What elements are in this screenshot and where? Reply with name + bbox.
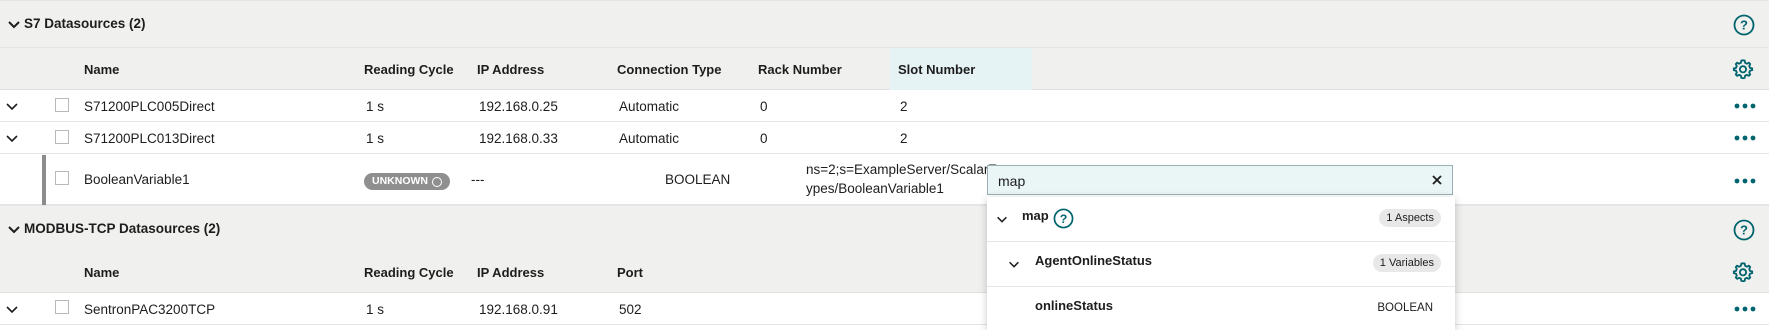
variable-address-line1: ns=2;s=ExampleServer/ScalarT bbox=[806, 162, 997, 177]
help-icon[interactable]: ? bbox=[1733, 14, 1755, 36]
chevron-down-icon[interactable] bbox=[6, 16, 22, 32]
cell-name: SentronPAC3200TCP bbox=[84, 302, 216, 317]
cell-reading-cycle: 1 s bbox=[366, 302, 385, 317]
s7-section-header[interactable]: S7 Datasources (2) ? bbox=[0, 0, 1769, 48]
table-row[interactable]: SentronPAC3200TCP 1 s 192.168.0.91 502 bbox=[0, 293, 1769, 325]
close-icon[interactable] bbox=[1430, 173, 1444, 187]
cell-rack-number: 0 bbox=[760, 99, 768, 114]
column-header-rack-number[interactable]: Rack Number bbox=[758, 62, 842, 77]
help-icon[interactable]: ? bbox=[1053, 208, 1074, 229]
cell-reading-cycle: 1 s bbox=[366, 131, 385, 146]
column-header-ip-address[interactable]: IP Address bbox=[477, 265, 544, 280]
modbus-section-title: MODBUS-TCP Datasources (2) bbox=[24, 221, 221, 236]
chevron-down-icon[interactable] bbox=[6, 221, 22, 237]
cell-connection-type: Automatic bbox=[619, 99, 680, 114]
column-header-reading-cycle[interactable]: Reading Cycle bbox=[364, 62, 454, 77]
result-variable-type: BOOLEAN bbox=[1377, 302, 1433, 314]
variable-name: BooleanVariable1 bbox=[84, 172, 190, 187]
column-header-name[interactable]: Name bbox=[84, 265, 119, 280]
result-variable-row[interactable]: onlineStatus BOOLEAN bbox=[987, 287, 1455, 330]
row-checkbox[interactable] bbox=[55, 130, 69, 144]
cell-rack-number: 0 bbox=[760, 131, 768, 146]
modbus-section-header[interactable]: MODBUS-TCP Datasources (2) ? bbox=[0, 205, 1769, 253]
cell-name: S71200PLC005Direct bbox=[84, 99, 215, 114]
svg-text:?: ? bbox=[1740, 18, 1748, 33]
result-aspect-label: AgentOnlineStatus bbox=[1035, 253, 1153, 268]
status-badge-label: UNKNOWN bbox=[372, 175, 428, 187]
table-row[interactable]: S71200PLC013Direct 1 s 192.168.0.33 Auto… bbox=[0, 122, 1769, 154]
modbus-column-header-row: Name Reading Cycle IP Address Port bbox=[0, 251, 1769, 293]
cell-reading-cycle: 1 s bbox=[366, 99, 385, 114]
result-aspect-count-badge: 1 Variables bbox=[1372, 254, 1441, 272]
cell-slot-number: 2 bbox=[900, 131, 908, 146]
row-checkbox[interactable] bbox=[55, 300, 69, 314]
status-badge: UNKNOWN bbox=[364, 173, 450, 190]
column-header-reading-cycle[interactable]: Reading Cycle bbox=[364, 265, 454, 280]
chevron-down-icon[interactable] bbox=[1007, 257, 1021, 271]
mapping-results-dropdown: map ? 1 Aspects AgentOnlineStatus 1 Vari… bbox=[987, 197, 1455, 330]
cell-name: S71200PLC013Direct bbox=[84, 131, 215, 146]
result-asset-count-badge: 1 Aspects bbox=[1379, 209, 1441, 227]
more-dots-icon[interactable] bbox=[1734, 305, 1756, 313]
column-header-ip-address[interactable]: IP Address bbox=[477, 62, 544, 77]
variable-data-type: BOOLEAN bbox=[665, 172, 731, 187]
variable-row[interactable]: BooleanVariable1 UNKNOWN --- BOOLEAN ns=… bbox=[0, 155, 1769, 205]
chevron-down-icon[interactable] bbox=[4, 98, 20, 114]
gear-icon[interactable] bbox=[1732, 261, 1754, 283]
column-header-slot-number[interactable]: Slot Number bbox=[898, 62, 975, 77]
chevron-down-icon[interactable] bbox=[4, 130, 20, 146]
gear-icon[interactable] bbox=[1732, 58, 1754, 80]
cell-connection-type: Automatic bbox=[619, 131, 680, 146]
result-aspect-row[interactable]: AgentOnlineStatus 1 Variables bbox=[987, 242, 1455, 287]
mapping-search-input[interactable] bbox=[998, 171, 1418, 191]
s7-section-title: S7 Datasources (2) bbox=[24, 16, 146, 31]
column-header-port[interactable]: Port bbox=[617, 265, 643, 280]
result-asset-label: map bbox=[1022, 208, 1049, 223]
more-dots-icon[interactable] bbox=[1734, 134, 1756, 142]
cell-ip-address: 192.168.0.33 bbox=[479, 131, 558, 146]
status-pulse-icon bbox=[432, 176, 442, 187]
chevron-down-icon[interactable] bbox=[995, 212, 1009, 226]
more-dots-icon[interactable] bbox=[1734, 177, 1756, 185]
column-header-connection-type[interactable]: Connection Type bbox=[617, 62, 721, 77]
cell-ip-address: 192.168.0.25 bbox=[479, 99, 558, 114]
cell-port: 502 bbox=[619, 302, 642, 317]
more-dots-icon[interactable] bbox=[1734, 102, 1756, 110]
svg-text:?: ? bbox=[1740, 223, 1748, 238]
help-icon[interactable]: ? bbox=[1733, 219, 1755, 241]
cell-ip-address: 192.168.0.91 bbox=[479, 302, 558, 317]
row-checkbox[interactable] bbox=[55, 171, 69, 185]
table-row[interactable]: S71200PLC005Direct 1 s 192.168.0.25 Auto… bbox=[0, 90, 1769, 122]
mapping-search-field[interactable] bbox=[987, 165, 1453, 195]
result-variable-label: onlineStatus bbox=[1035, 298, 1114, 313]
cell-slot-number: 2 bbox=[900, 99, 908, 114]
result-asset-row[interactable]: map ? 1 Aspects bbox=[987, 197, 1455, 242]
row-checkbox[interactable] bbox=[55, 98, 69, 112]
variable-row-indent-bar bbox=[42, 155, 46, 205]
variable-placeholder: --- bbox=[471, 172, 485, 187]
s7-column-header-row: Name Reading Cycle IP Address Connection… bbox=[0, 48, 1769, 90]
chevron-down-icon[interactable] bbox=[4, 301, 20, 317]
svg-text:?: ? bbox=[1060, 212, 1068, 226]
variable-address-line2: ypes/BooleanVariable1 bbox=[806, 181, 944, 196]
column-header-name[interactable]: Name bbox=[84, 62, 119, 77]
